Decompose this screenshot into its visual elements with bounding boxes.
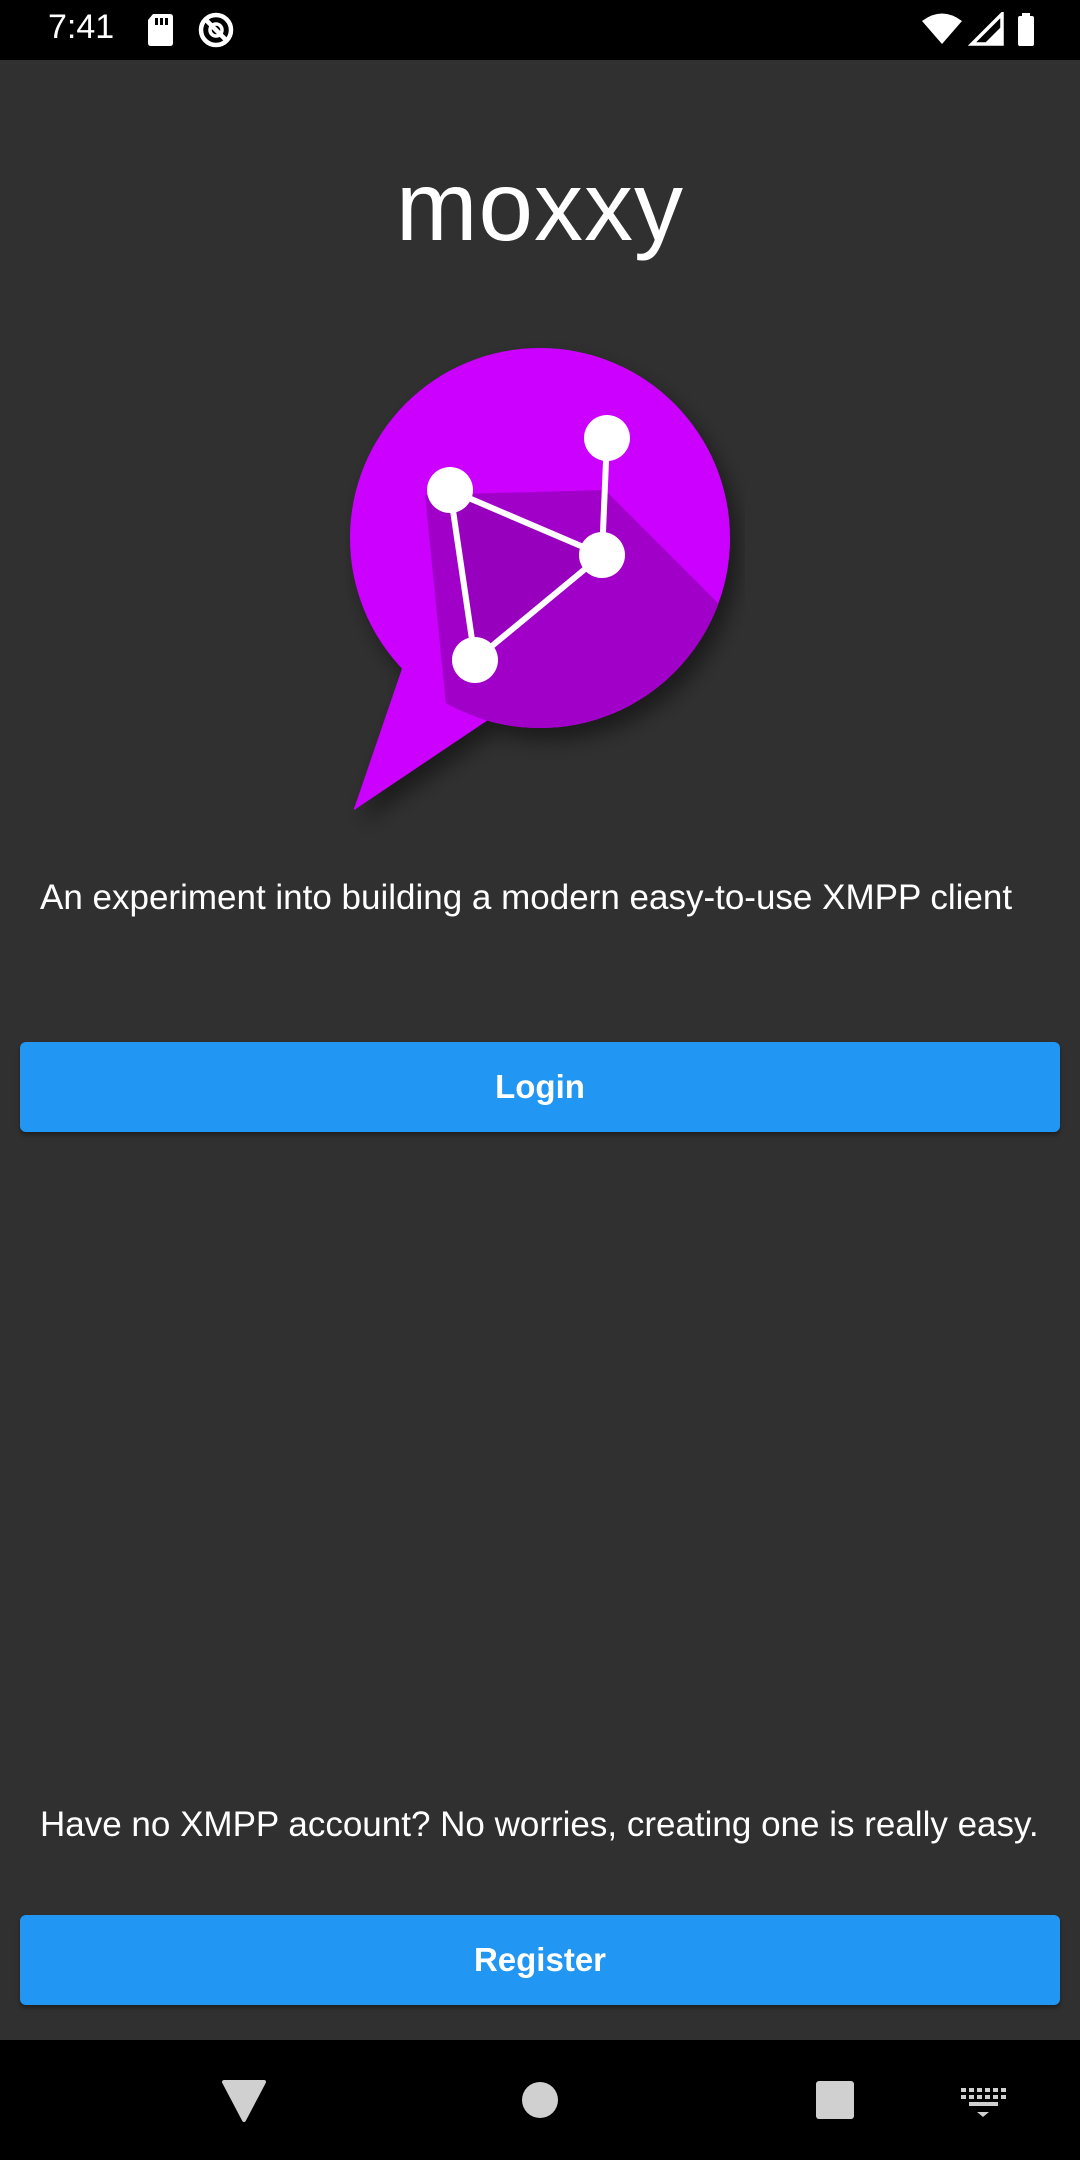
- status-left-icons: [148, 12, 234, 48]
- recents-icon[interactable]: [805, 2070, 865, 2130]
- register-hint: Have no XMPP account? No worries, creati…: [40, 1805, 1039, 1844]
- do-not-disturb-icon: [198, 12, 234, 48]
- app-tagline: An experiment into building a modern eas…: [40, 878, 1013, 917]
- status-time: 7:41: [48, 8, 115, 46]
- status-bar: 7:41: [0, 0, 1080, 60]
- cellular-signal-icon: [967, 12, 1004, 46]
- status-right-icons: [922, 12, 1034, 46]
- navigation-bar: [0, 2040, 1080, 2160]
- battery-icon: [1018, 13, 1034, 46]
- home-icon[interactable]: [510, 2070, 570, 2130]
- register-button[interactable]: Register: [20, 1915, 1060, 2005]
- sd-card-icon: [148, 14, 173, 46]
- app-screen: moxxy An experiment into building a mode…: [0, 60, 1080, 2040]
- app-title: moxxy: [395, 151, 685, 261]
- moxxy-chat-bubble-logo-icon: [350, 348, 730, 810]
- wifi-icon: [922, 13, 962, 44]
- login-button[interactable]: Login: [20, 1042, 1060, 1132]
- back-icon[interactable]: [214, 2070, 274, 2130]
- keyboard-icon[interactable]: [953, 2070, 1013, 2130]
